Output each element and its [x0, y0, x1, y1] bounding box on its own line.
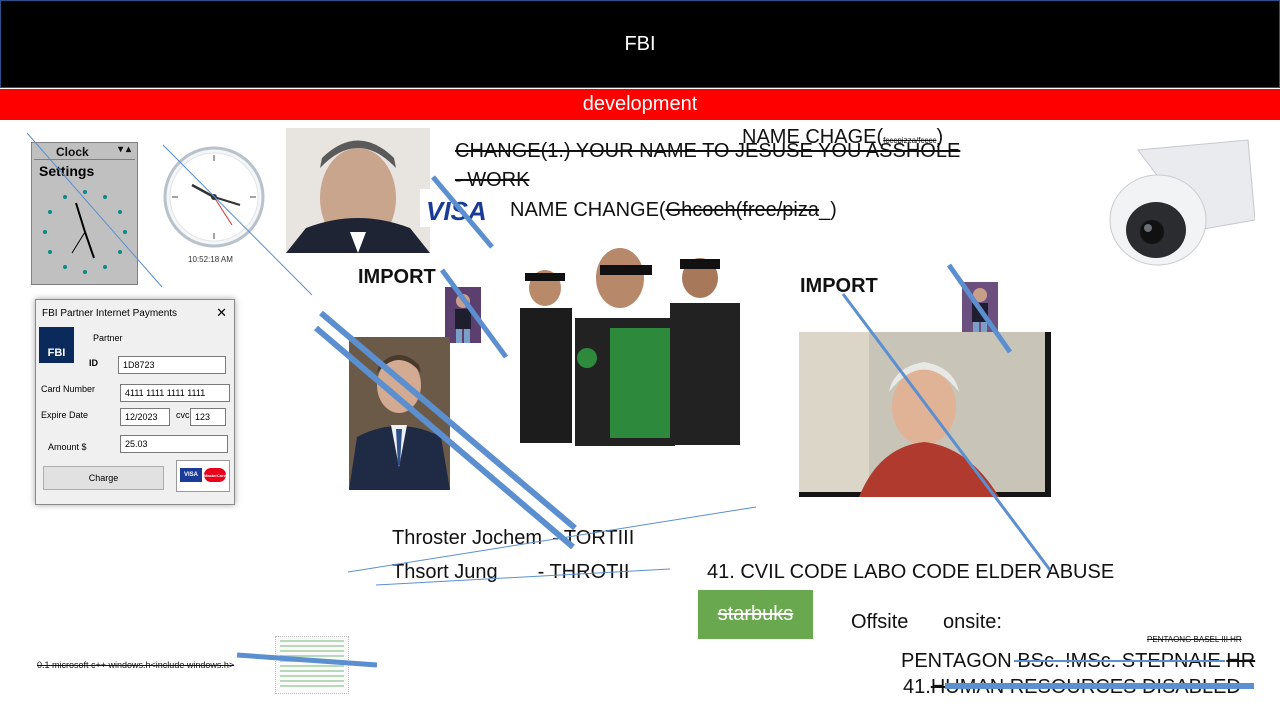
- mastercard-icon: MasterCard: [204, 468, 226, 482]
- hr-struck: HUMAN RESOURCES DISABLED: [930, 676, 1241, 698]
- fbi-logo: FBI: [39, 327, 74, 363]
- old-clock-titlebar[interactable]: Clock ▾ ▴: [34, 144, 135, 160]
- fbi-logo-text: FBI: [47, 347, 66, 359]
- windows-h-text: 0.1 microsoft c++ windows.h<include wind…: [37, 660, 235, 670]
- analog-clock-face-icon: [43, 190, 127, 274]
- header-bar: FBI: [0, 0, 1280, 88]
- name-line-1: Throster Jochem - TORTIII: [392, 528, 634, 548]
- visa-card-icon: VISA: [180, 468, 202, 482]
- cvc-field[interactable]: 123: [190, 408, 226, 426]
- name2: Thsort Jung: [392, 561, 498, 583]
- banner-text: development: [582, 93, 698, 115]
- development-banner: development: [0, 89, 1280, 120]
- name-chage-small: fcccpizza/fcccc: [883, 136, 937, 145]
- close-icon[interactable]: ✕: [216, 305, 227, 321]
- import-right-label: IMPORT: [800, 275, 878, 297]
- name-change-prefix: NAME CHANGE(: [510, 199, 666, 221]
- amount-field[interactable]: 25.03: [120, 435, 228, 453]
- civil-code-text: 41. CVIL CODE LABO CODE ELDER ABUSE: [707, 561, 1115, 583]
- id-label: ID: [89, 358, 98, 368]
- starbuks-text: starbuks: [717, 603, 794, 625]
- portrait-photo: [286, 128, 430, 253]
- amount-label: Amount $: [48, 442, 87, 452]
- tag1: - TORTIII: [552, 527, 635, 549]
- name-chage-text: NAME CHAGE(fcccpizza/fcccc): [742, 127, 943, 147]
- clock-gadget-icon: [163, 146, 265, 248]
- page-title: FBI: [624, 32, 656, 55]
- starbuks-button: starbuks: [698, 590, 813, 639]
- id-field[interactable]: 1D8723: [118, 356, 226, 374]
- hr-text: 41.HUMAN RESOURCES DISABLED: [903, 677, 1241, 697]
- small-person-thumbnail: [445, 287, 481, 343]
- old-clock-title: Clock: [56, 145, 89, 159]
- payment-dialog-title: FBI Partner Internet Payments: [42, 308, 178, 319]
- visa-logo: VISA: [420, 189, 488, 227]
- clock-time-label: 10:52:18 AM: [188, 255, 233, 264]
- cvc-label: cvc: [176, 410, 190, 420]
- pentagon-small-text: PENTAONG BASEL III HR: [1147, 635, 1242, 644]
- work-text: - WORK: [455, 169, 530, 191]
- expire-date-field[interactable]: 12/2023: [120, 408, 170, 426]
- hr-prefix: 41.: [903, 676, 931, 698]
- security-guards-photo: [515, 233, 747, 446]
- name-change-text: NAME CHANGE(Ghcoeh(free/piza_): [510, 200, 837, 220]
- pentagon-struck: BSc. !MSc.: [1017, 650, 1117, 672]
- card-number-field[interactable]: 4111 1111 1111 1111: [120, 384, 230, 402]
- name1: Throster Jochem: [392, 527, 543, 549]
- onsite-text: onsite:: [943, 611, 1002, 633]
- code-thumbnail: [275, 636, 349, 694]
- partner-label: Partner: [93, 333, 123, 343]
- name-chage-prefix: NAME CHAGE(: [742, 126, 884, 148]
- dropdown-arrow-icon[interactable]: ▾ ▴: [118, 144, 131, 155]
- expire-date-label: Expire Date: [41, 410, 89, 420]
- old-clock-settings-menu[interactable]: Settings: [39, 163, 94, 179]
- name-change-struck: Ghcoeh(free/piza: [665, 199, 819, 221]
- pentagon-prefix: PENTAGON: [901, 650, 1012, 672]
- tag2: - THROTII: [537, 561, 630, 583]
- payment-dialog[interactable]: FBI Partner Internet Payments ✕ FBI Part…: [35, 299, 235, 505]
- name-chage-suffix: ): [936, 126, 944, 148]
- name-line-2: Thsort Jung - THROTII: [392, 562, 629, 582]
- small-person-thumbnail-2: [962, 282, 998, 336]
- man-in-suit-photo: [349, 337, 450, 490]
- name-change-suffix: _): [819, 199, 837, 221]
- import-left-label: IMPORT: [358, 266, 436, 288]
- card-logos: VISA MasterCard: [176, 460, 230, 492]
- pentagon-mid: STEPNAIE: [1121, 650, 1221, 672]
- offsite-text: Offsite: [851, 611, 909, 633]
- visa-logo-text: VISA: [426, 196, 487, 226]
- security-camera-icon: [1109, 139, 1255, 266]
- old-clock-window[interactable]: Clock ▾ ▴ Settings: [31, 142, 138, 285]
- smiling-man-photo: [799, 332, 1051, 497]
- pentagon-hr: HR: [1226, 650, 1256, 672]
- card-number-label: Card Number: [41, 384, 96, 394]
- charge-button[interactable]: Charge: [43, 466, 164, 490]
- pentagon-text: PENTAGON BSc. !MSc. STEPNAIE HR: [901, 651, 1255, 671]
